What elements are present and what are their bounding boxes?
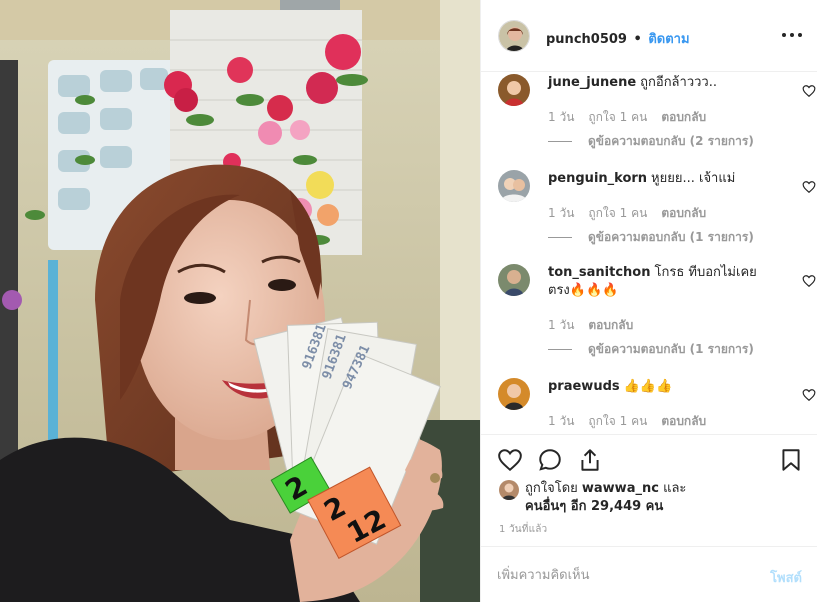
comment-composer: โพสต์ <box>481 546 817 602</box>
post-action-bar <box>481 434 817 484</box>
comment-like-heart-icon[interactable] <box>802 274 816 288</box>
replies-divider <box>548 349 572 350</box>
view-replies-button[interactable]: ดูข้อความตอบกลับ (1 รายการ) <box>548 340 754 359</box>
commenter-avatar[interactable] <box>498 74 530 106</box>
post-side-panel: punch0509 • ติดตาม june_junene ถูกอีกล้าว… <box>480 0 817 602</box>
comment-username[interactable]: june_junene <box>548 75 636 90</box>
reply-button[interactable]: ตอบกลับ <box>661 110 706 124</box>
comment-meta: 1 วัน ถูกใจ 1 คน ตอบกลับ <box>548 204 720 223</box>
likes-line-1: ถูกใจโดย wawwa_nc และ <box>525 480 686 498</box>
comment-time: 1 วัน <box>548 110 575 124</box>
comment-time: 1 วัน <box>548 414 575 428</box>
comment-body: ถูกอีกล้าววว.. <box>640 75 717 90</box>
comment-like-heart-icon[interactable] <box>802 180 816 194</box>
heart-icon[interactable] <box>497 447 523 473</box>
share-icon[interactable] <box>577 447 603 473</box>
bookmark-icon[interactable] <box>778 447 804 473</box>
comment-text: penguin_korn หูยยย... เจ้าแม่ <box>548 170 770 188</box>
comment-like-heart-icon[interactable] <box>802 388 816 402</box>
commenter-avatar[interactable] <box>498 264 530 296</box>
reply-button[interactable]: ตอบกลับ <box>661 414 706 428</box>
reply-button[interactable]: ตอบกลับ <box>661 206 706 220</box>
commenter-avatar[interactable] <box>498 378 530 410</box>
post-timestamp[interactable]: 1 วันที่แล้ว <box>499 522 547 537</box>
view-replies-label: ดูข้อความตอบกลับ (2 รายการ) <box>588 134 754 148</box>
comment-text: june_junene ถูกอีกล้าววว.. <box>548 74 770 92</box>
reply-button[interactable]: ตอบกลับ <box>588 318 633 332</box>
comment-likes[interactable]: ถูกใจ 1 คน <box>588 110 647 124</box>
likes-and: และ <box>663 481 687 496</box>
post-image: 916381 916381 947381 2 2 12 <box>0 0 480 602</box>
liker-username[interactable]: wawwa_nc <box>582 481 659 496</box>
author-avatar[interactable] <box>498 20 530 52</box>
comment-likes[interactable]: ถูกใจ 1 คน <box>588 206 647 220</box>
comment-time: 1 วัน <box>548 206 575 220</box>
comments-list[interactable]: june_junene ถูกอีกล้าววว.. 1 วัน ถูกใจ 1 ค… <box>481 72 817 434</box>
comment-meta: 1 วัน ตอบกลับ <box>548 316 647 335</box>
comment-meta: 1 วัน ถูกใจ 1 คน ตอบกลับ <box>548 412 720 431</box>
likes-others-count[interactable]: คนอื่นๆ อีก 29,449 คน <box>525 498 663 516</box>
liker-avatar[interactable] <box>499 480 519 500</box>
comment-body: 👍👍👍 <box>623 379 673 394</box>
add-comment-input[interactable] <box>497 561 747 589</box>
author-username[interactable]: punch0509 <box>546 32 627 47</box>
comment-text: ton_sanitchon โกรธ ทีบอกไม่เคยตรง🔥🔥🔥 <box>548 264 770 300</box>
view-replies-button[interactable]: ดูข้อความตอบกลับ (1 รายการ) <box>548 228 754 247</box>
follow-button[interactable]: ติดตาม <box>648 32 689 47</box>
comment-username[interactable]: ton_sanitchon <box>548 265 650 280</box>
replies-divider <box>548 141 572 142</box>
view-replies-label: ดูข้อความตอบกลับ (1 รายการ) <box>588 230 754 244</box>
comment-username[interactable]: penguin_korn <box>548 171 647 186</box>
post-photo[interactable]: 916381 916381 947381 2 2 12 <box>0 0 480 602</box>
comment-icon[interactable] <box>537 447 563 473</box>
commenter-avatar[interactable] <box>498 170 530 202</box>
author-line: punch0509 • ติดตาม <box>546 28 690 49</box>
more-options-icon[interactable] <box>782 28 802 42</box>
comment-likes[interactable]: ถูกใจ 1 คน <box>588 414 647 428</box>
comment-like-heart-icon[interactable] <box>802 84 816 98</box>
comment-body: หูยยย... เจ้าแม่ <box>651 171 736 186</box>
comment-time: 1 วัน <box>548 318 575 332</box>
post-comment-button[interactable]: โพสต์ <box>770 567 802 588</box>
view-replies-label: ดูข้อความตอบกลับ (1 รายการ) <box>588 342 754 356</box>
comment-username[interactable]: praewuds <box>548 379 620 394</box>
view-replies-button[interactable]: ดูข้อความตอบกลับ (2 รายการ) <box>548 132 754 151</box>
likes-prefix: ถูกใจโดย <box>525 481 578 496</box>
comment-meta: 1 วัน ถูกใจ 1 คน ตอบกลับ <box>548 108 720 127</box>
replies-divider <box>548 237 572 238</box>
post-header: punch0509 • ติดตาม <box>481 0 817 72</box>
separator-dot: • <box>633 32 642 47</box>
comment-text: praewuds 👍👍👍 <box>548 378 770 396</box>
